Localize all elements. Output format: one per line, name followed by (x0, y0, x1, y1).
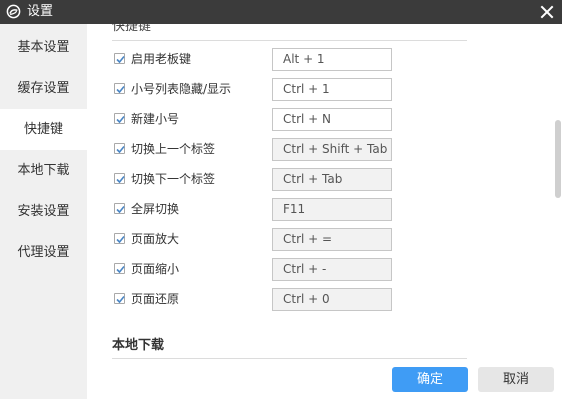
sidebar: 基本设置 缓存设置 快捷键 本地下载 安装设置 代理设置 (0, 24, 87, 399)
settings-window: 设置 基本设置 缓存设置 快捷键 本地下载 安装设置 代理设置 快捷键 启用老板… (0, 0, 562, 399)
shortcut-label: 启用老板键 (131, 52, 192, 66)
shortcut-label: 小号列表隐藏/显示 (131, 82, 232, 96)
shortcut-checkbox[interactable] (114, 233, 125, 244)
shortcut-label: 页面放大 (131, 232, 180, 246)
shortcut-label: 新建小号 (131, 112, 180, 126)
checkmark-icon (116, 235, 125, 244)
checkmark-icon (116, 265, 125, 274)
shortcut-row: 页面缩小 Ctrl + - (112, 258, 472, 281)
checkmark-icon (116, 145, 125, 154)
shortcut-row: 页面放大 Ctrl + = (112, 228, 472, 251)
section-title-local-download: 本地下载 (112, 338, 165, 353)
sidebar-item-local-download[interactable]: 本地下载 (0, 150, 87, 191)
sidebar-item-cache[interactable]: 缓存设置 (0, 68, 87, 109)
shortcut-row: 页面还原 Ctrl + 0 (112, 288, 472, 311)
checkmark-icon (116, 205, 125, 214)
shortcut-row: 小号列表隐藏/显示 Ctrl + 1 (112, 78, 472, 101)
shortcut-checkbox[interactable] (114, 143, 125, 154)
shortcut-key-field[interactable]: Alt + 1 (272, 48, 392, 71)
shortcut-label: 切换下一个标签 (131, 172, 216, 186)
close-icon[interactable] (539, 4, 555, 20)
section-divider (112, 40, 467, 41)
shortcut-key-field[interactable]: Ctrl + 0 (272, 288, 392, 311)
shortcut-key-field[interactable]: Ctrl + - (272, 258, 392, 281)
section-title-shortcuts: 快捷键 (112, 24, 152, 34)
section-divider (112, 358, 467, 359)
shortcut-checkbox[interactable] (114, 203, 125, 214)
window-title: 设置 (27, 4, 54, 19)
ok-button[interactable]: 确定 (392, 367, 468, 392)
shortcut-row: 切换上一个标签 Ctrl + Shift + Tab (112, 138, 472, 161)
shortcut-checkbox[interactable] (114, 53, 125, 64)
shortcut-checkbox[interactable] (114, 173, 125, 184)
shortcut-checkbox[interactable] (114, 113, 125, 124)
content-scrollbar[interactable] (554, 24, 562, 399)
checkmark-icon (116, 295, 125, 304)
shortcut-key-field[interactable]: Ctrl + 1 (272, 78, 392, 101)
shortcut-label: 页面缩小 (131, 262, 180, 276)
checkmark-icon (116, 55, 125, 64)
cancel-button[interactable]: 取消 (478, 367, 554, 392)
shortcut-checkbox[interactable] (114, 293, 125, 304)
swirl-logo-icon (6, 4, 21, 19)
shortcut-label: 页面还原 (131, 292, 180, 306)
shortcut-label: 全屏切换 (131, 202, 180, 216)
shortcut-key-field[interactable]: Ctrl + Tab (272, 168, 392, 191)
shortcut-label: 切换上一个标签 (131, 142, 216, 156)
checkmark-icon (116, 85, 125, 94)
settings-content: 快捷键 启用老板键 Alt + 1 小号列表隐藏/显示 Ctrl + 1 新建小… (87, 24, 562, 399)
sidebar-item-shortcuts[interactable]: 快捷键 (0, 109, 87, 150)
shortcut-key-field[interactable]: Ctrl + N (272, 108, 392, 131)
shortcut-key-field[interactable]: F11 (272, 198, 392, 221)
title-bar: 设置 (0, 0, 562, 24)
shortcut-row: 切换下一个标签 Ctrl + Tab (112, 168, 472, 191)
checkmark-icon (116, 175, 125, 184)
shortcut-row: 新建小号 Ctrl + N (112, 108, 472, 131)
scrollbar-thumb[interactable] (555, 120, 561, 198)
checkmark-icon (116, 115, 125, 124)
sidebar-item-basic[interactable]: 基本设置 (0, 27, 87, 68)
sidebar-item-install[interactable]: 安装设置 (0, 191, 87, 232)
shortcut-checkbox[interactable] (114, 263, 125, 274)
shortcut-row: 全屏切换 F11 (112, 198, 472, 221)
shortcut-row: 启用老板键 Alt + 1 (112, 48, 472, 71)
shortcut-key-field[interactable]: Ctrl + = (272, 228, 392, 251)
sidebar-item-proxy[interactable]: 代理设置 (0, 232, 87, 273)
shortcut-key-field[interactable]: Ctrl + Shift + Tab (272, 138, 392, 161)
shortcut-checkbox[interactable] (114, 83, 125, 94)
